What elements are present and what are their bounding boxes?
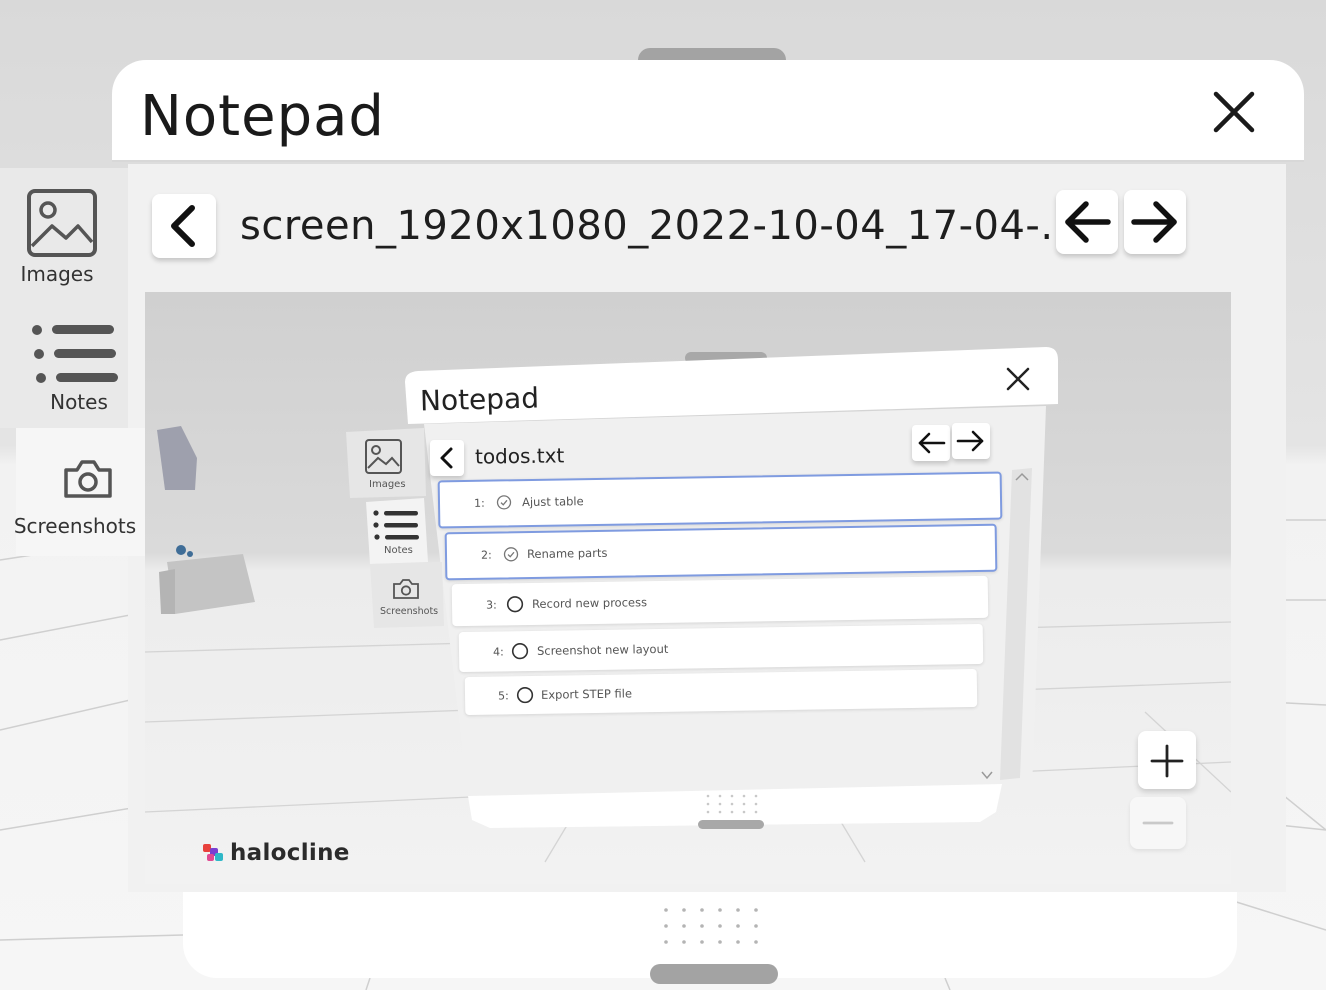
todo-item: 4: Screenshot new layout [458, 623, 984, 673]
sidebar-item-label: Images [20, 262, 94, 286]
image-icon [27, 189, 97, 257]
sidebar-item-label: Screenshots [13, 514, 137, 538]
todo-text: Rename parts [526, 545, 608, 562]
inner-close-icon [1006, 367, 1030, 391]
sidebar-item-screenshots[interactable]: Screenshots [14, 450, 150, 550]
circle-icon [506, 596, 524, 613]
inner-file-name: todos.txt [474, 443, 565, 469]
previous-button[interactable] [1056, 190, 1118, 254]
sidebar-item-images[interactable]: Images [0, 182, 150, 292]
check-circle-icon [503, 547, 519, 562]
inner-sidebar-label-screenshots: Screenshots [380, 606, 439, 617]
circle-icon [511, 643, 529, 660]
inner-back-button [430, 440, 464, 476]
circle-icon [516, 686, 534, 704]
todo-item: 5: Export STEP file [464, 668, 978, 716]
window-title: Notepad [140, 84, 385, 149]
todo-number: 3: [485, 598, 497, 612]
todo-text: Export STEP file [540, 686, 633, 702]
inner-arrow-left-icon [918, 432, 946, 454]
zoom-out-button[interactable] [1130, 797, 1186, 849]
inner-next-button [952, 423, 990, 459]
inner-chevron-left-icon [440, 447, 453, 469]
todo-number: 1: [473, 496, 485, 510]
todo-text: Ajust table [521, 494, 584, 510]
todo-text: Screenshot new layout [536, 641, 669, 658]
inner-previous-button [912, 425, 950, 461]
inner-sidebar-label-notes: Notes [384, 545, 413, 556]
sidebar-item-label: Notes [50, 390, 108, 414]
brand-logo: halocline [230, 840, 350, 866]
todo-item: 1: Ajust table [437, 471, 1003, 529]
todo-item: 3: Record new process [451, 575, 989, 627]
resize-grip-icon[interactable] [658, 904, 768, 948]
check-circle-icon [496, 495, 512, 510]
todo-number: 4: [492, 645, 504, 659]
inner-arrow-right-icon [956, 430, 984, 452]
close-icon[interactable] [1212, 90, 1256, 134]
halocline-logo-icon [203, 844, 223, 861]
zoom-in-button[interactable] [1138, 731, 1196, 789]
inner-list-icon [373, 510, 419, 540]
list-icon [32, 325, 118, 383]
arrow-right-icon [1131, 201, 1177, 243]
inner-window-title: Notepad [419, 381, 540, 418]
inner-camera-icon [393, 579, 419, 599]
inner-sidebar-label-images: Images [369, 479, 406, 490]
todo-number: 5: [497, 689, 509, 703]
camera-icon [64, 460, 112, 498]
plus-icon [1150, 744, 1184, 778]
back-button[interactable] [152, 194, 216, 258]
minus-icon [1142, 821, 1174, 825]
todo-number: 2: [480, 548, 492, 562]
window-grab-handle-bottom[interactable] [650, 964, 778, 984]
file-name: screen_1920x1080_2022-10-04_17-04-... [240, 203, 1081, 249]
arrow-left-icon [1065, 201, 1111, 243]
todo-text: Record new process [531, 595, 648, 611]
todo-item: 2: Rename parts [444, 523, 998, 581]
chevron-left-icon [171, 205, 195, 247]
next-button[interactable] [1124, 190, 1186, 254]
sidebar-item-notes[interactable]: Notes [0, 316, 150, 424]
inner-image-icon [365, 439, 402, 474]
